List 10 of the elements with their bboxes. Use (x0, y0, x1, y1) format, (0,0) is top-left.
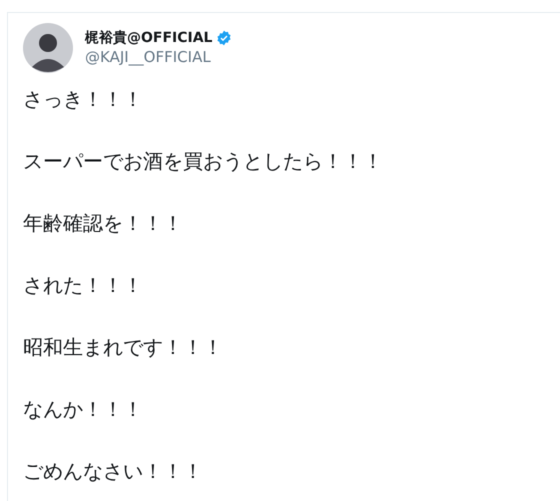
tweet-text-line: 年齢確認を！！！ (23, 211, 184, 235)
tweet-text-line: スーパーでお酒を買おうとしたら！！！ (23, 149, 384, 173)
tweet-text-line: された！！！ (23, 273, 144, 297)
author-name[interactable]: 梶裕貴@OFFICIAL (85, 29, 212, 47)
tweet-text-line: さっき！！！ (23, 87, 144, 111)
author-handle: @KAJI__OFFICIAL (85, 47, 212, 67)
tweet-text-line: ごめんなさい！！！ (23, 459, 204, 483)
avatar (23, 23, 73, 73)
tweet-text-line: なんか！！！ (23, 397, 144, 421)
tweet-text-line: 昭和生まれです！！！ (23, 335, 224, 359)
